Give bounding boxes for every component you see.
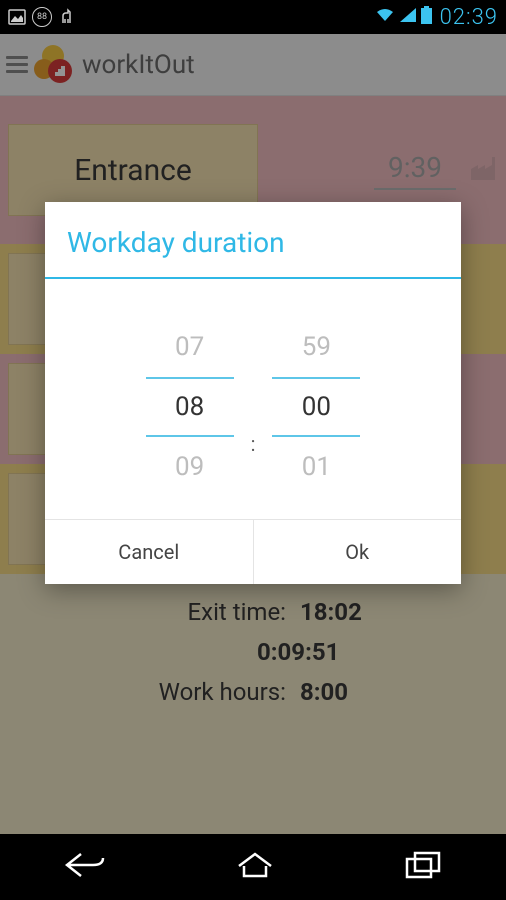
back-button[interactable] (63, 849, 107, 885)
llama-icon (58, 8, 76, 26)
ok-button[interactable]: Ok (254, 520, 462, 584)
nav-bar (0, 834, 506, 900)
minutes-prev[interactable]: 59 (302, 317, 331, 377)
hours-prev[interactable]: 07 (175, 317, 204, 377)
home-button[interactable] (233, 849, 277, 885)
minutes-current[interactable]: 00 (272, 377, 360, 437)
dialog-title: Workday duration (45, 202, 461, 279)
badge-icon: 88 (32, 7, 52, 27)
signal-icon (399, 7, 417, 27)
modal-overlay[interactable]: Workday duration 07 08 09 : 59 00 01 Can… (0, 34, 506, 834)
hours-current[interactable]: 08 (146, 377, 234, 437)
minutes-next[interactable]: 01 (302, 437, 331, 497)
image-icon (8, 8, 26, 26)
hours-next[interactable]: 09 (175, 437, 204, 497)
battery-icon (421, 6, 432, 28)
status-clock: 02:39 (440, 5, 498, 30)
cancel-button[interactable]: Cancel (45, 520, 254, 584)
workday-duration-dialog: Workday duration 07 08 09 : 59 00 01 Can… (45, 202, 461, 584)
time-separator: : (245, 391, 262, 497)
recent-apps-button[interactable] (403, 849, 443, 885)
status-bar: 88 02:39 (0, 0, 506, 34)
time-picker: 07 08 09 : 59 00 01 (45, 279, 461, 519)
wifi-icon (375, 7, 395, 27)
minutes-picker[interactable]: 59 00 01 (261, 317, 371, 497)
hours-picker[interactable]: 07 08 09 (135, 317, 245, 497)
